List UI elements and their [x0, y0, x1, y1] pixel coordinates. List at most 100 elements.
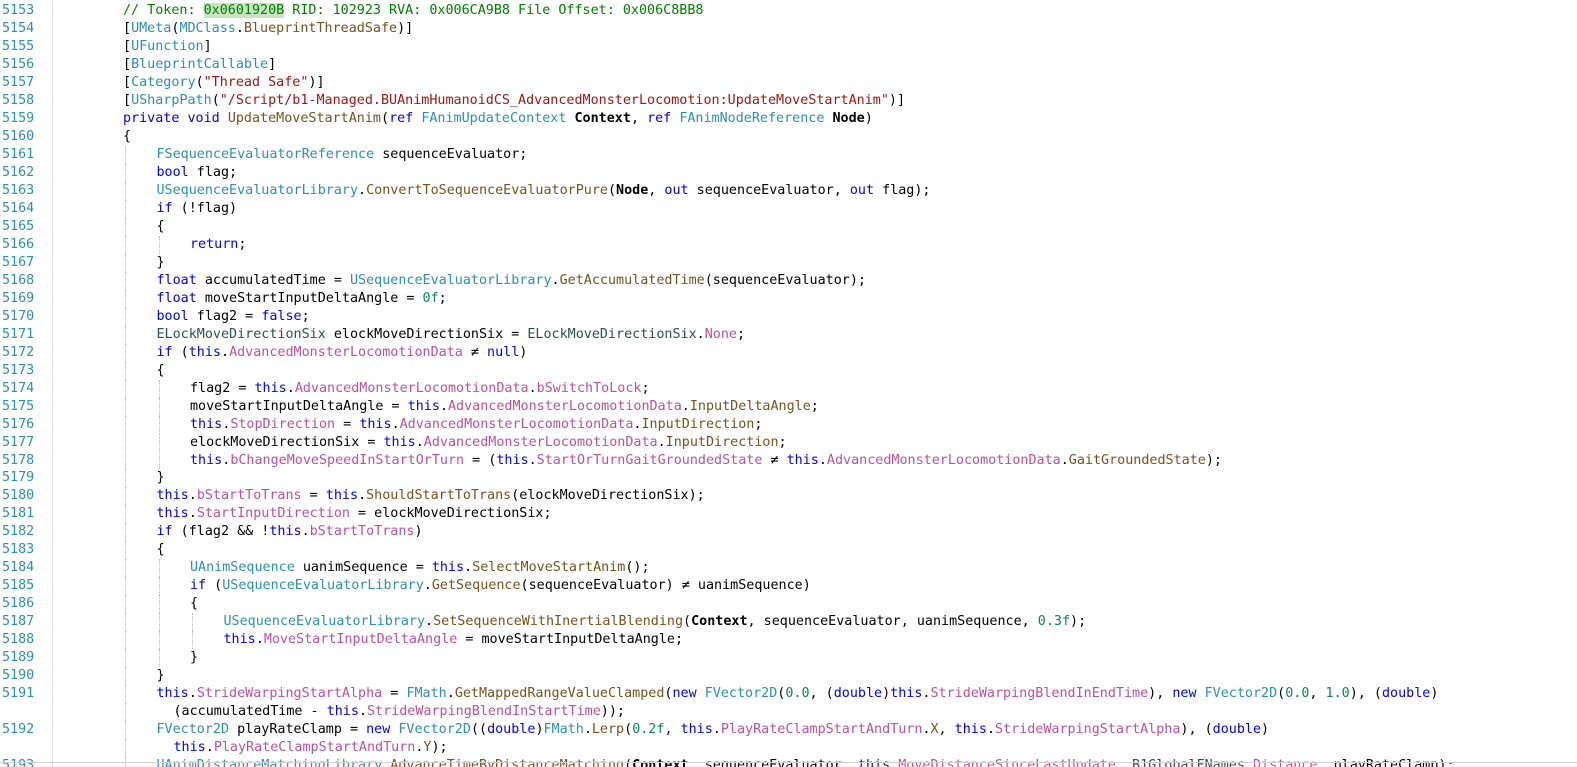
- code-token: this: [359, 416, 392, 432]
- code-line[interactable]: USequenceEvaluatorLibrary.SetSequenceWit…: [224, 613, 1087, 630]
- code-token: bool: [156, 308, 189, 324]
- line-number: 5190: [2, 668, 35, 684]
- code-token: // Token:: [123, 3, 204, 18]
- code-line[interactable]: if (this.AdvancedMonsterLocomotionData ≠…: [157, 344, 528, 361]
- code-line[interactable]: if (!flag): [157, 200, 238, 217]
- code-line[interactable]: bool flag2 = false;: [157, 308, 310, 325]
- code-line[interactable]: this.StartInputDirection = elockMoveDire…: [157, 505, 552, 522]
- code-token: ;: [778, 434, 787, 450]
- code-line[interactable]: FVector2D playRateClamp = new FVector2D(…: [157, 721, 1270, 738]
- code-token: FMath: [406, 686, 447, 702]
- indent-guide: [158, 379, 160, 398]
- code-token: bSwitchToLock: [536, 380, 642, 396]
- indent-guide: [125, 451, 126, 470]
- code-token: ]: [268, 56, 277, 72]
- code-line[interactable]: [Category("Thread Safe")]: [123, 74, 325, 91]
- code-line[interactable]: {: [157, 362, 165, 379]
- code-token: return: [190, 236, 239, 252]
- code-line[interactable]: if (flag2 && !this.bStartToTrans): [157, 523, 423, 540]
- code-token: RID: 102923 RVA: 0x006CA9B8 File Offset:…: [284, 3, 704, 18]
- code-line[interactable]: this.bChangeMoveSpeedInStartOrTurn = (th…: [190, 452, 1222, 469]
- code-line[interactable]: float accumulatedTime = USequenceEvaluat…: [157, 272, 866, 289]
- code-line[interactable]: // Token: 0x0601920B RID: 102923 RVA: 0x…: [123, 2, 703, 19]
- code-token: PlayRateClampStartAndTurn: [720, 722, 923, 738]
- code-token: this: [325, 488, 359, 504]
- indent-guide: [125, 397, 126, 416]
- code-token: elockMoveDirectionSix =: [190, 434, 384, 450]
- code-line[interactable]: return;: [190, 236, 246, 253]
- code-token: .: [818, 452, 827, 468]
- code-token: StrideWarpingStartAlpha: [196, 686, 383, 702]
- code-line[interactable]: }: [157, 469, 165, 486]
- editor-bottom-border: [0, 762, 1577, 763]
- code-token: );: [1205, 452, 1222, 468]
- code-token: if: [156, 344, 173, 360]
- code-line[interactable]: moveStartInputDeltaAngle = this.Advanced…: [190, 398, 819, 415]
- code-line[interactable]: {: [123, 128, 131, 145]
- code-token: }: [190, 650, 199, 666]
- code-token: (: [1277, 686, 1286, 702]
- code-line[interactable]: private void UpdateMoveStartAnim(ref FAn…: [123, 110, 873, 127]
- code-token: None: [704, 326, 737, 342]
- code-line[interactable]: USequenceEvaluatorLibrary.ConvertToSeque…: [157, 182, 931, 199]
- code-line[interactable]: [UFunction]: [123, 38, 212, 55]
- code-line[interactable]: bool flag;: [157, 164, 238, 181]
- code-line[interactable]: this.StrideWarpingStartAlpha = FMath.Get…: [157, 685, 1439, 702]
- line-number: 5188: [2, 632, 35, 648]
- line-number: 5175: [2, 398, 35, 414]
- code-token: );: [431, 740, 448, 756]
- indent-guide: [125, 613, 126, 632]
- code-token: UpdateMoveStartAnim: [227, 110, 381, 126]
- code-editor[interactable]: 5153 // Token: 0x0601920B RID: 102923 RVA…: [0, 0, 1577, 767]
- code-line[interactable]: elockMoveDirectionSix = this.AdvancedMon…: [190, 434, 787, 451]
- code-token: this: [890, 686, 923, 702]
- code-token: uanimSequence =: [294, 560, 432, 576]
- line-number: 5165: [2, 218, 35, 234]
- code-line[interactable]: {: [157, 541, 165, 558]
- code-token: =: [301, 488, 326, 504]
- indent-guide: [158, 451, 160, 470]
- code-line[interactable]: this.bStartToTrans = this.ShouldStartToT…: [157, 487, 705, 504]
- code-token: )]: [397, 20, 414, 36]
- code-token: out: [849, 182, 875, 198]
- code-token: ): [414, 524, 423, 540]
- line-number: 5192: [2, 722, 35, 738]
- code-line[interactable]: this.MoveStartInputDeltaAngle = moveStar…: [224, 631, 684, 648]
- code-token: moveStartInputDeltaAngle =: [190, 398, 408, 414]
- code-line[interactable]: {: [190, 595, 198, 612]
- code-line[interactable]: flag2 = this.AdvancedMonsterLocomotionDa…: [190, 380, 650, 397]
- code-line[interactable]: (accumulatedTime - this.StrideWarpingBle…: [174, 703, 625, 720]
- code-line[interactable]: this.StopDirection = this.AdvancedMonste…: [190, 416, 762, 433]
- code-line[interactable]: this.PlayRateClampStartAndTurn.Y);: [174, 739, 448, 756]
- code-line[interactable]: if (USequenceEvaluatorLibrary.GetSequenc…: [190, 577, 811, 594]
- code-token: Node: [616, 182, 649, 198]
- code-line[interactable]: float moveStartInputDeltaAngle = 0f;: [157, 290, 447, 307]
- line-number: 5191: [2, 686, 35, 702]
- code-token: 0f: [422, 290, 439, 306]
- code-line[interactable]: [USharpPath("/Script/b1-Managed.BUAnimHu…: [123, 92, 905, 109]
- code-token: FAnimNodeReference: [679, 110, 825, 126]
- code-line[interactable]: }: [157, 254, 165, 271]
- code-token: .: [255, 632, 264, 648]
- code-line[interactable]: }: [157, 667, 165, 684]
- code-token: .: [205, 740, 214, 756]
- code-line[interactable]: ELockMoveDirectionSix elockMoveDirection…: [157, 326, 746, 343]
- code-token: USequenceEvaluatorLibrary: [156, 182, 359, 198]
- indent-guide: [158, 595, 160, 614]
- code-token: Category: [131, 74, 196, 90]
- code-line[interactable]: [BlueprintCallable]: [123, 56, 276, 73]
- code-token: UAnimSequence: [190, 560, 295, 576]
- code-line[interactable]: UAnimSequence uanimSequence = this.Selec…: [190, 559, 650, 576]
- code-token: BlueprintThreadSafe: [243, 20, 398, 36]
- code-token: if: [156, 524, 173, 540]
- code-token: void: [187, 110, 220, 126]
- indent-guide: [158, 433, 160, 452]
- code-token: flag2 =: [190, 380, 255, 396]
- code-line[interactable]: [UMeta(MDClass.BlueprintThreadSafe)]: [123, 20, 413, 37]
- code-token: ), (: [1349, 686, 1382, 702]
- code-line[interactable]: }: [190, 649, 198, 666]
- code-token: bool: [156, 164, 189, 180]
- code-line[interactable]: FSequenceEvaluatorReference sequenceEval…: [157, 146, 528, 163]
- code-line[interactable]: {: [157, 218, 165, 235]
- code-token: StrideWarpingBlendInStartTime: [367, 704, 601, 720]
